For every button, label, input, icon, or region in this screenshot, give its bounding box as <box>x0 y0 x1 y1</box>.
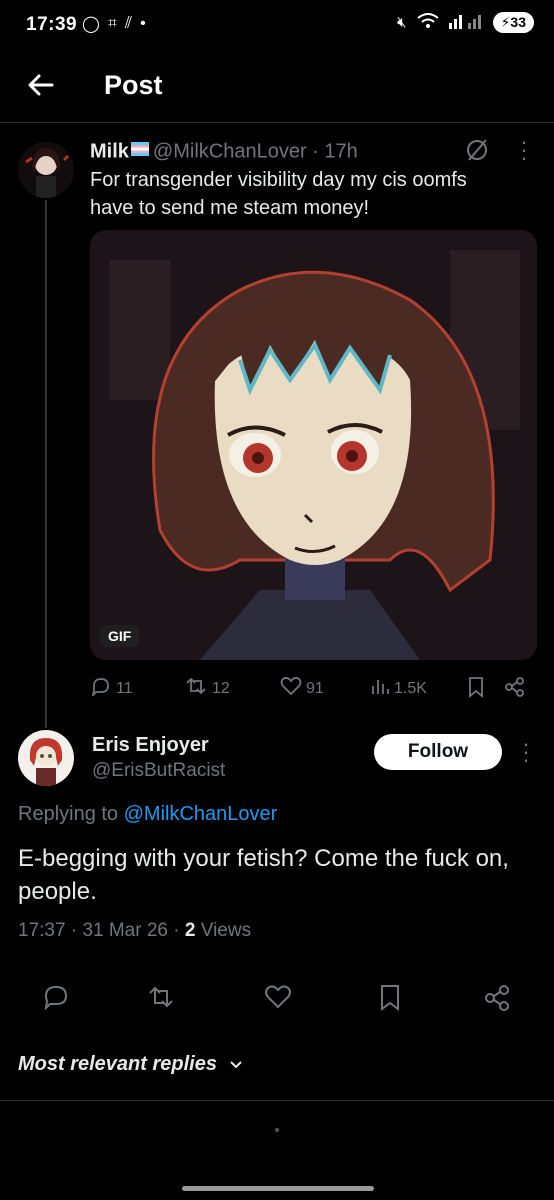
signal-strength-icon: ⫽ <box>124 15 133 32</box>
tweet-display-name[interactable]: Milk <box>90 140 129 162</box>
share-icon[interactable] <box>484 984 512 1017</box>
share-icon[interactable] <box>504 676 526 698</box>
cell-signal-icon <box>448 13 483 33</box>
bookmark-icon[interactable] <box>466 676 486 698</box>
replying-to-link[interactable]: @MilkChanLover <box>124 803 278 825</box>
reply-more-icon[interactable]: · · · <box>522 733 530 771</box>
like-button[interactable]: 91 <box>280 676 324 701</box>
tweet-age: 17h <box>324 140 358 163</box>
tweet-text: For transgender visibility day my cis oo… <box>90 169 467 219</box>
separator-dot: · <box>306 140 325 163</box>
home-indicator[interactable] <box>182 1186 374 1191</box>
tweet-author-line[interactable]: Milk @MilkChanLover · 17h <box>90 139 358 165</box>
divider <box>0 1100 554 1101</box>
replies-sort-dropdown[interactable]: Most relevant replies <box>18 1053 243 1076</box>
reply-count: 11 <box>116 679 133 697</box>
grok-icon[interactable] <box>464 137 490 168</box>
battery-indicator: ⚡33 <box>492 12 534 33</box>
top-bar: Post <box>0 52 554 123</box>
replying-prefix: Replying to <box>18 803 119 825</box>
screenshot-icon: ⌗ <box>107 15 117 32</box>
repost-icon <box>184 676 208 701</box>
tweet-handle[interactable]: @MilkChanLover <box>153 140 307 162</box>
like-count: 91 <box>306 679 324 697</box>
tweet-media-gif[interactable] <box>90 230 537 660</box>
reply-views-count: 2 <box>184 920 196 941</box>
like-icon[interactable] <box>264 984 292 1015</box>
back-arrow-icon[interactable] <box>26 70 56 100</box>
reply-icon[interactable] <box>42 984 70 1015</box>
status-time: 17:39 <box>26 14 78 35</box>
views-icon <box>370 676 390 701</box>
repost-icon[interactable] <box>146 984 176 1015</box>
like-icon <box>280 676 302 701</box>
avatar-eris[interactable] <box>18 730 74 786</box>
reply-meta: 17:37 · 31 Mar 26 · 2 Views <box>18 920 252 941</box>
reply-views-label: Views <box>200 920 252 941</box>
status-system-icons: 🔇︎ ⚡33 <box>397 12 534 33</box>
repost-button[interactable]: 12 <box>184 676 230 701</box>
reply-actions <box>0 982 554 1012</box>
bookmark-icon[interactable] <box>378 984 402 1017</box>
views-button[interactable]: 1.5K <box>370 676 427 701</box>
reply-display-name[interactable]: Eris Enjoyer <box>92 734 209 757</box>
dot-icon: • <box>140 15 146 32</box>
views-count: 1.5K <box>394 679 427 697</box>
replying-to-line: Replying to @MilkChanLover <box>18 803 277 826</box>
more-icon[interactable]: · · · <box>520 131 528 169</box>
reply-text: E-begging with your fetish? Come the fuc… <box>18 845 509 905</box>
chevron-down-icon <box>229 1053 243 1076</box>
reply-date: 31 Mar 26 <box>82 920 168 941</box>
trans-flag-icon <box>130 139 149 162</box>
loading-dot <box>275 1128 279 1132</box>
reply-button[interactable]: 11 <box>90 676 133 701</box>
thread-line <box>45 200 47 728</box>
wifi-icon <box>416 12 439 33</box>
tweet-actions: 11 12 91 1.5K <box>90 676 530 700</box>
follow-button[interactable]: Follow <box>374 734 502 770</box>
mute-icon: 🔇︎ <box>397 14 407 31</box>
page-title: Post <box>104 70 163 100</box>
gif-image <box>90 230 537 660</box>
repost-count: 12 <box>212 679 230 697</box>
reply-icon <box>90 676 112 701</box>
replies-sort-label: Most relevant replies <box>18 1053 217 1075</box>
battery-level: 33 <box>510 14 526 30</box>
status-bar: 17:39 ◯ ⌗ ⫽ • 🔇︎ ⚡33 <box>0 0 554 52</box>
status-notification-icons: ◯ ⌗ ⫽ • <box>82 14 146 34</box>
whatsapp-icon: ◯ <box>82 16 100 33</box>
reply-handle[interactable]: @ErisButRacist <box>92 760 225 782</box>
reply-time: 17:37 <box>18 920 66 941</box>
avatar-milk[interactable] <box>18 142 74 198</box>
gif-badge: GIF <box>100 625 140 647</box>
